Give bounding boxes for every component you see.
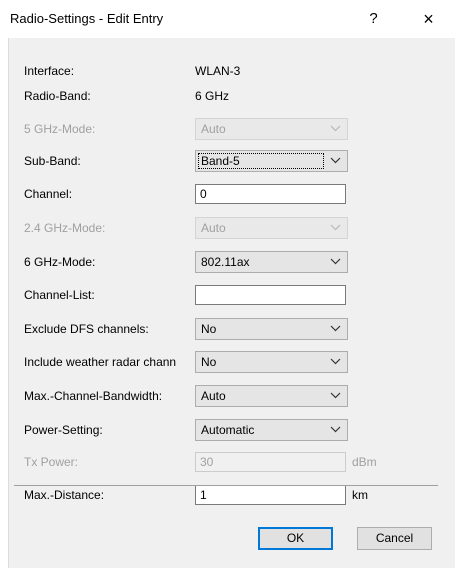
power-setting-value: Automatic [201,423,255,437]
dialog-body: Interface: WLAN-3 Radio-Band: 6 GHz 5 GH… [8,38,455,568]
max-distance-unit: km [352,488,368,502]
max-bandwidth-label: Max.-Channel-Bandwidth: [24,389,163,403]
exclude-dfs-label: Exclude DFS channels: [24,322,149,336]
power-setting-select[interactable]: Automatic [195,419,348,441]
edit-entry-dialog: Radio-Settings - Edit Entry ? × Interfac… [0,0,457,572]
chevron-down-icon[interactable] [330,325,341,332]
channel-label: Channel: [24,187,73,201]
tx-power-input: 30 [195,452,346,472]
cancel-button[interactable]: Cancel [357,527,432,550]
5ghz-mode-select: Auto [195,118,348,140]
24ghz-mode-value: Auto [201,221,226,235]
24ghz-mode-label: 2.4 GHz-Mode: [24,221,106,235]
tx-power-unit: dBm [352,455,377,469]
channel-input[interactable]: 0 [195,184,346,204]
interface-label: Interface: [24,64,75,78]
chevron-down-icon[interactable] [330,426,341,433]
max-bandwidth-value: Auto [201,389,226,403]
exclude-dfs-value: No [201,322,217,336]
radio-band-value: 6 GHz [195,89,230,103]
button-separator [14,485,438,486]
24ghz-mode-select: Auto [195,217,348,239]
chevron-down-icon[interactable] [330,392,341,399]
chevron-down-icon[interactable] [330,358,341,365]
ok-button[interactable]: OK [258,527,333,550]
weather-radar-value: No [201,355,217,369]
sub-band-value: Band-5 [201,154,240,168]
6ghz-mode-label: 6 GHz-Mode: [24,255,96,269]
max-bandwidth-select[interactable]: Auto [195,385,348,407]
5ghz-mode-value: Auto [201,122,226,136]
radio-band-label: Radio-Band: [24,89,91,103]
sub-band-label: Sub-Band: [24,154,81,168]
close-icon[interactable]: × [406,0,451,38]
power-setting-label: Power-Setting: [24,423,103,437]
chevron-down-icon [330,125,341,132]
max-distance-label: Max.-Distance: [24,488,105,502]
window-title: Radio-Settings - Edit Entry [10,11,164,26]
5ghz-mode-label: 5 GHz-Mode: [24,122,96,136]
channel-list-label: Channel-List: [24,288,95,302]
weather-radar-select[interactable]: No [195,351,348,373]
chevron-down-icon[interactable] [330,258,341,265]
6ghz-mode-select[interactable]: 802.11ax [195,251,348,273]
weather-radar-label: Include weather radar chann [24,355,177,369]
interface-value: WLAN-3 [195,64,241,78]
tx-power-label: Tx Power: [24,455,79,469]
channel-list-input[interactable] [195,285,346,305]
sub-band-select[interactable]: Band-5 [195,150,348,172]
6ghz-mode-value: 802.11ax [201,255,250,269]
chevron-down-icon[interactable] [330,157,341,164]
max-distance-input[interactable]: 1 [195,485,346,505]
title-bar: Radio-Settings - Edit Entry ? × [0,0,457,38]
exclude-dfs-select[interactable]: No [195,318,348,340]
chevron-down-icon [330,224,341,231]
help-icon[interactable]: ? [351,0,396,38]
